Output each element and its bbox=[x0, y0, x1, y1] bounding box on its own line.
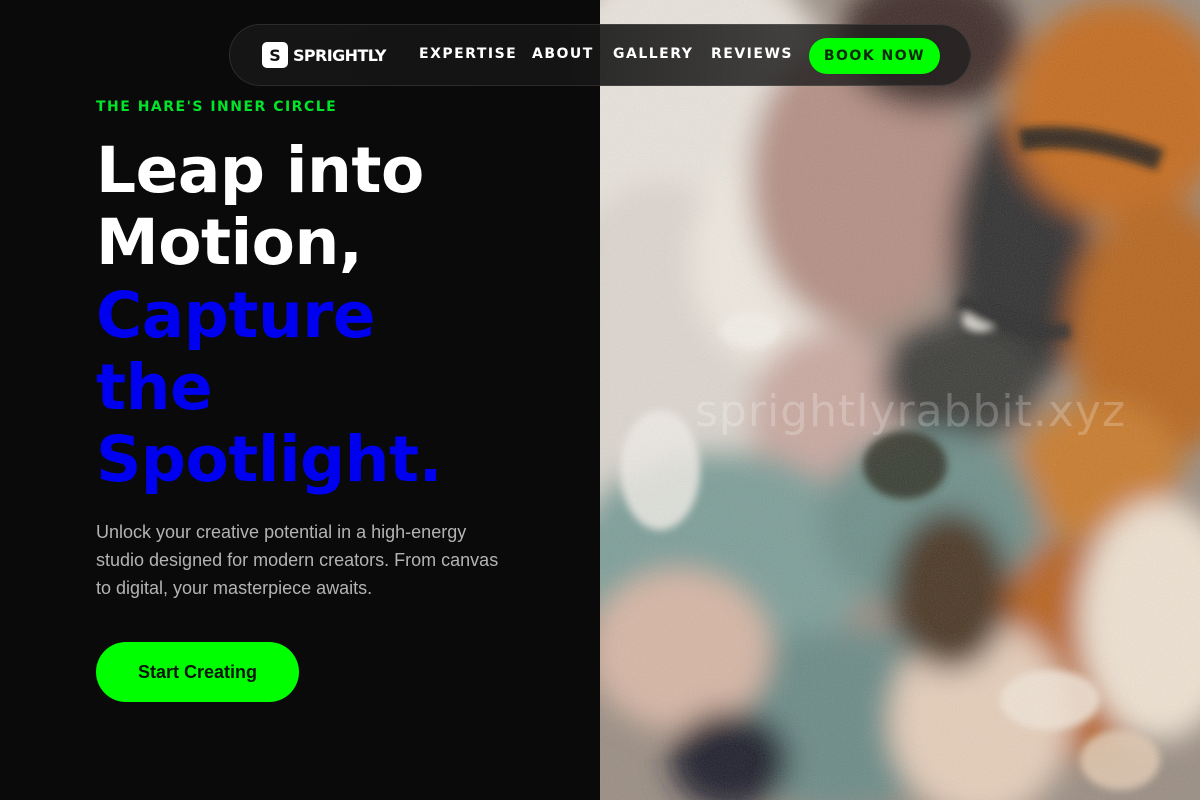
nav-link-about[interactable]: ABOUT bbox=[532, 46, 594, 62]
brand-logo[interactable]: S SPRIGHTLY bbox=[262, 42, 386, 68]
top-navigation-bar: S SPRIGHTLY EXPERTISE ABOUT GALLERY REVI… bbox=[229, 24, 971, 86]
hero-eyebrow: THE HARE'S INNER CIRCLE bbox=[96, 99, 338, 115]
nav-link-expertise[interactable]: EXPERTISE bbox=[419, 46, 517, 62]
book-now-button[interactable]: BOOK NOW bbox=[809, 38, 940, 74]
hero-left-panel bbox=[0, 0, 600, 800]
headline-line-1: Leap into bbox=[96, 134, 424, 207]
nav-link-gallery[interactable]: GALLERY bbox=[613, 46, 693, 62]
brand-name: SPRIGHTLY bbox=[293, 45, 386, 65]
logo-icon: S bbox=[262, 42, 288, 68]
image-watermark: sprightlyrabbit.xyz bbox=[695, 386, 1127, 437]
headline-line-2: Motion, bbox=[96, 206, 363, 279]
headline-line-4: the bbox=[96, 351, 213, 424]
headline-line-5: Spotlight. bbox=[96, 423, 443, 496]
nav-link-reviews[interactable]: REVIEWS bbox=[711, 46, 793, 62]
start-creating-button[interactable]: Start Creating bbox=[96, 642, 299, 702]
hero-description: Unlock your creative potential in a high… bbox=[96, 522, 499, 598]
headline-line-3: Capture bbox=[96, 279, 376, 352]
